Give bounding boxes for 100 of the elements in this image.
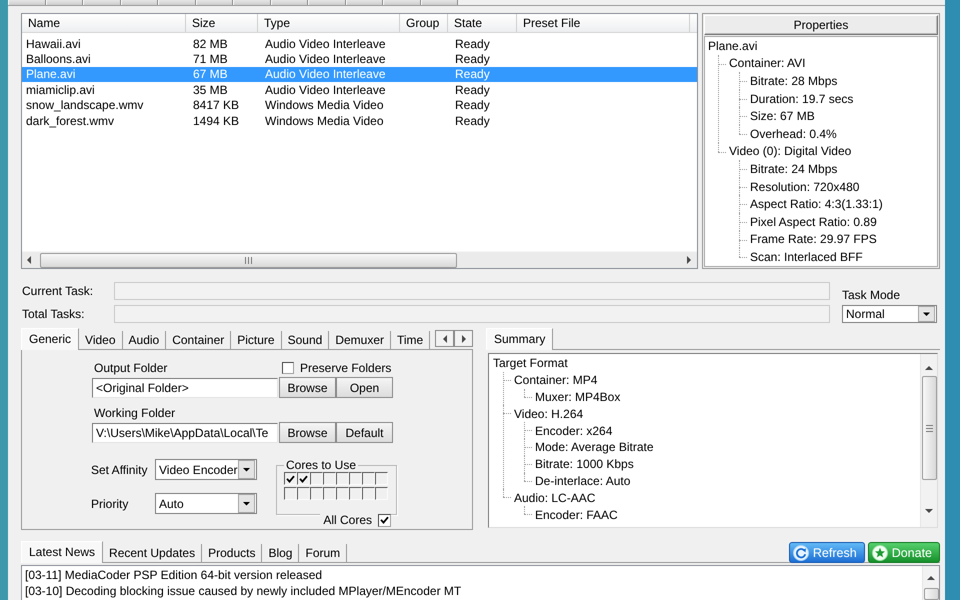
- tab[interactable]: Products: [202, 544, 262, 563]
- tree-item[interactable]: Container: MP4: [513, 373, 598, 388]
- tree-item[interactable]: Resolution: 720x480: [749, 180, 860, 194]
- core-checkbox[interactable]: [336, 487, 349, 500]
- core-checkbox[interactable]: [323, 487, 336, 500]
- tab[interactable]: Time: [391, 331, 430, 350]
- folder-button[interactable]: Browse: [279, 377, 336, 398]
- tree-item[interactable]: Encoder: FAAC: [534, 508, 619, 522]
- tree-item[interactable]: Pixel Aspect Ratio: 0.89: [749, 214, 878, 229]
- working-folder-field[interactable]: V:\Users\Mike\AppData\Local\Te: [92, 423, 278, 443]
- tree-item[interactable]: Scan: Interlaced BFF: [749, 250, 864, 264]
- tab[interactable]: Audio: [122, 331, 166, 350]
- tree-item[interactable]: Container: AVI: [728, 56, 806, 70]
- horizontal-scrollbar[interactable]: [22, 251, 697, 268]
- tree-item[interactable]: Video: H.264: [513, 406, 584, 421]
- column-header[interactable]: Size: [186, 14, 258, 32]
- tab[interactable]: Summary: [486, 328, 554, 350]
- tree-item[interactable]: Frame Rate: 29.97 FPS: [749, 232, 878, 246]
- core-checkbox[interactable]: [323, 472, 336, 485]
- core-checkbox[interactable]: [310, 487, 323, 500]
- file-row[interactable]: Hawaii.avi 82 MB Audio Video Interleave Ready: [22, 36, 697, 52]
- dropdown[interactable]: Auto: [155, 493, 257, 514]
- scrollbar-thumb[interactable]: [924, 588, 938, 600]
- core-checkbox[interactable]: [362, 487, 375, 500]
- column-header[interactable]: Type: [258, 14, 400, 32]
- file-row[interactable]: Balloons.avi 71 MB Audio Video Interleave Ready: [22, 51, 697, 67]
- column-header[interactable]: State: [448, 14, 517, 32]
- core-checkbox[interactable]: [310, 472, 323, 485]
- tree-item[interactable]: Duration: 19.7 secs: [749, 92, 854, 106]
- tab[interactable]: Container: [166, 331, 232, 350]
- tree-item[interactable]: Size: 67 MB: [749, 109, 816, 124]
- tab[interactable]: Generic: [21, 328, 80, 350]
- tree-item[interactable]: Target Format: [492, 356, 569, 370]
- tree-item[interactable]: Video (0): Digital Video: [728, 144, 852, 158]
- tree-item[interactable]: Bitrate: 24 Mbps: [749, 162, 838, 176]
- tree-item[interactable]: De-interlace: Auto: [534, 474, 632, 488]
- tab[interactable]: Video: [79, 331, 123, 350]
- up-arrow-icon[interactable]: [925, 366, 933, 370]
- core-checkbox[interactable]: [349, 487, 362, 500]
- file-row[interactable]: miamiclip.avi 35 MB Audio Video Interleave Ready: [22, 82, 697, 98]
- tab[interactable]: Blog: [262, 544, 300, 563]
- core-checkbox[interactable]: [349, 472, 362, 485]
- checkbox-label[interactable]: Preserve Folders: [300, 361, 392, 375]
- core-checkbox[interactable]: [375, 472, 388, 485]
- tab[interactable]: Sound: [282, 331, 330, 350]
- tree-item[interactable]: Muxer: MP4Box: [534, 390, 622, 404]
- folder-button[interactable]: Browse: [279, 422, 336, 443]
- tree-item[interactable]: Overhead: 0.4%: [749, 126, 838, 141]
- core-checkbox[interactable]: [375, 487, 388, 500]
- folder-button[interactable]: Default: [336, 422, 393, 443]
- core-checkbox[interactable]: [297, 472, 310, 485]
- core-checkbox[interactable]: [362, 472, 375, 485]
- right-arrow-icon[interactable]: [462, 334, 466, 342]
- field-label: Set Affinity: [91, 462, 148, 476]
- down-arrow-icon[interactable]: [925, 508, 933, 512]
- core-checkbox[interactable]: [284, 487, 297, 500]
- column-header[interactable]: Preset File: [517, 14, 690, 32]
- tab[interactable]: Forum: [299, 544, 348, 563]
- checkbox[interactable]: [282, 362, 294, 374]
- folder-button[interactable]: Open: [336, 377, 393, 398]
- core-checkbox[interactable]: [336, 472, 349, 485]
- tree-item[interactable]: Bitrate: 1000 Kbps: [534, 457, 635, 472]
- scrollbar-thumb[interactable]: [40, 252, 457, 268]
- tree-item[interactable]: Plane.avi: [707, 38, 758, 53]
- tree-item[interactable]: Mode: Average Bitrate: [534, 440, 655, 454]
- left-arrow-icon[interactable]: [27, 256, 31, 264]
- left-arrow-icon[interactable]: [442, 334, 446, 342]
- news-item[interactable]: [03-10] Decoding blocking issue caused by newly included MPlayer/MEncoder MT: [25, 583, 462, 599]
- tree-item[interactable]: Aspect Ratio: 4:3(1.33:1): [749, 197, 884, 212]
- file-row[interactable]: snow_landscape.wmv 8417 KB Windows Media Video Ready: [22, 98, 697, 113]
- output-folder-field[interactable]: <Original Folder>: [92, 378, 278, 398]
- tab[interactable]: Demuxer: [329, 331, 391, 350]
- tab[interactable]: Latest News: [21, 541, 104, 563]
- core-checkbox[interactable]: [284, 472, 297, 485]
- toolbar-button[interactable]: [346, 0, 383, 5]
- tree-item[interactable]: Bitrate: 28 Mbps: [749, 74, 838, 88]
- tree-item[interactable]: Audio: LC-AAC: [513, 490, 596, 505]
- column-header[interactable]: Name: [22, 14, 186, 32]
- vertical-scrollbar[interactable]: [922, 566, 939, 600]
- column-header[interactable]: Group: [400, 14, 448, 32]
- toolbar-button[interactable]: [420, 0, 458, 5]
- toolbar-button[interactable]: [196, 0, 233, 5]
- tab-scroll-left-button[interactable]: [435, 330, 454, 347]
- scrollbar-thumb[interactable]: [922, 376, 936, 480]
- vertical-scrollbar[interactable]: [920, 354, 937, 527]
- toolbar-button[interactable]: [46, 0, 83, 5]
- tab-scroll-right-button[interactable]: [454, 330, 473, 347]
- toolbar-button[interactable]: [270, 0, 308, 5]
- news-item[interactable]: [03-11] MediaCoder PSP Edition 64-bit version released: [25, 567, 322, 583]
- up-arrow-icon[interactable]: [927, 576, 935, 580]
- right-arrow-icon[interactable]: [687, 256, 691, 264]
- tree-item[interactable]: Encoder: x264: [534, 424, 614, 438]
- task-mode-select[interactable]: Normal: [842, 305, 937, 323]
- tab[interactable]: Picture: [231, 331, 282, 350]
- toolbar-button[interactable]: [120, 0, 158, 5]
- checkbox[interactable]: [378, 514, 391, 526]
- dropdown[interactable]: Video Encoder: [155, 459, 257, 480]
- tab[interactable]: Recent Updates: [103, 544, 202, 563]
- core-checkbox[interactable]: [297, 487, 310, 500]
- file-row[interactable]: dark_forest.wmv 1494 KB Windows Media Video Ready: [22, 112, 697, 128]
